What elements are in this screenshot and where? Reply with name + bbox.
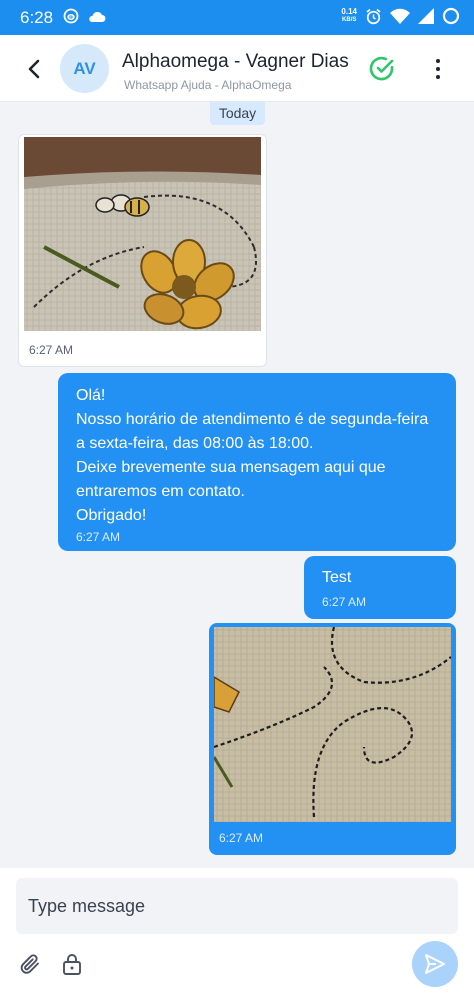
status-bar: 6:28 0.14 KB/S bbox=[0, 0, 474, 35]
inbox-name: Whatsapp Ajuda - AlphaOmega bbox=[124, 78, 292, 92]
cloud-icon bbox=[89, 11, 106, 22]
attach-button[interactable] bbox=[18, 952, 42, 976]
private-note-button[interactable] bbox=[60, 952, 84, 976]
outgoing-text-message[interactable]: Test 6:27 AM bbox=[304, 556, 456, 619]
message-timestamp: 6:27 AM bbox=[29, 343, 74, 357]
signal-icon bbox=[418, 8, 434, 24]
send-button[interactable] bbox=[412, 941, 458, 987]
conversation-header: AV Alphaomega - Vagner Dias Whatsapp Aju… bbox=[0, 35, 474, 102]
date-divider: Today bbox=[210, 102, 265, 125]
message-text: Test bbox=[322, 569, 352, 586]
message-input[interactable] bbox=[16, 878, 458, 934]
back-button[interactable] bbox=[20, 55, 48, 83]
message-composer bbox=[0, 868, 474, 1000]
status-time: 6:28 bbox=[20, 8, 54, 27]
send-icon bbox=[425, 954, 445, 974]
alarm-icon bbox=[366, 8, 381, 24]
message-image[interactable] bbox=[214, 627, 451, 822]
resolve-button[interactable] bbox=[368, 55, 396, 83]
paperclip-icon bbox=[20, 954, 39, 974]
outgoing-text-message[interactable]: Olá! Nosso horário de atendimento é de s… bbox=[58, 373, 456, 551]
network-speed: 0.14 KB/S bbox=[341, 7, 357, 24]
message-text: Olá! Nosso horário de atendimento é de s… bbox=[76, 387, 429, 524]
message-timestamp: 6:27 AM bbox=[322, 595, 367, 609]
circle-status-icon bbox=[442, 7, 460, 25]
chevron-left-icon bbox=[28, 59, 40, 79]
message-timestamp: 6:27 AM bbox=[76, 530, 121, 544]
pig-icon bbox=[63, 8, 79, 24]
contact-name[interactable]: Alphaomega - Vagner Dias bbox=[122, 51, 349, 73]
more-vertical-icon bbox=[436, 59, 440, 63]
message-image[interactable] bbox=[24, 137, 261, 331]
more-options-button[interactable] bbox=[424, 55, 452, 83]
check-circle-icon bbox=[369, 56, 394, 81]
lock-icon bbox=[63, 954, 81, 975]
message-timestamp: 6:27 AM bbox=[219, 831, 264, 845]
wifi-icon bbox=[390, 8, 410, 24]
avatar[interactable]: AV bbox=[60, 44, 109, 93]
